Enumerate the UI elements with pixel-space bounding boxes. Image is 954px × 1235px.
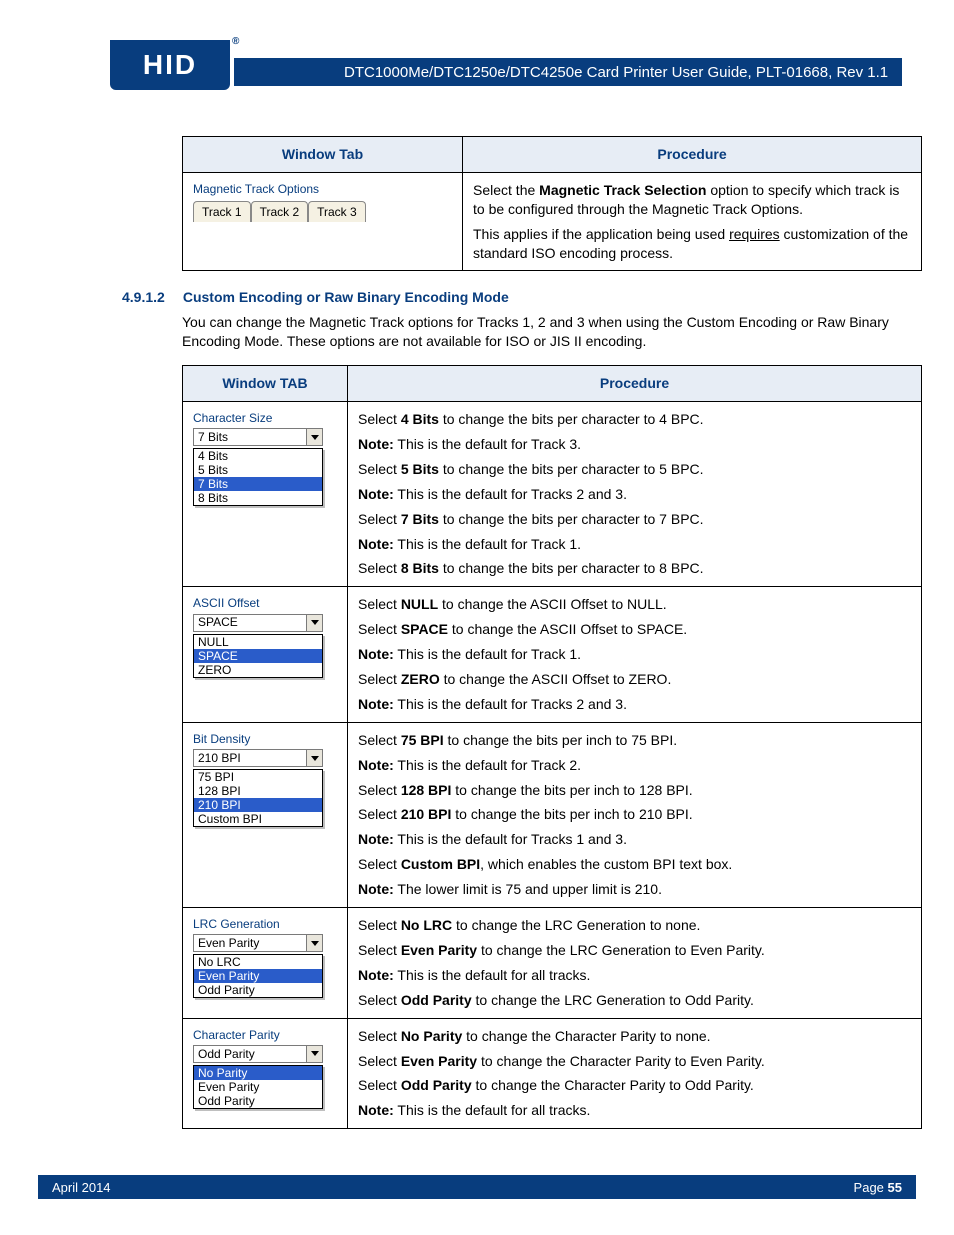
ui-option[interactable]: Even Parity bbox=[194, 969, 322, 983]
chevron-down-icon[interactable] bbox=[306, 615, 322, 631]
cell-ui: LRC GenerationEven ParityNo LRCEven Pari… bbox=[183, 908, 348, 1019]
cell-ui: Character ParityOdd ParityNo ParityEven … bbox=[183, 1018, 348, 1129]
page-header: HID ® DTC1000Me/DTC1250e/DTC4250e Card P… bbox=[52, 40, 902, 100]
ui-label: LRC Generation bbox=[193, 916, 337, 932]
cell-procedure: Select 75 BPI to change the bits per inc… bbox=[348, 722, 922, 907]
ui-select[interactable]: SPACE bbox=[193, 614, 323, 632]
footer-date: April 2014 bbox=[52, 1180, 111, 1195]
logo-text: HID bbox=[143, 49, 197, 81]
cell-procedure: Select 4 Bits to change the bits per cha… bbox=[348, 402, 922, 587]
ui-option[interactable]: 8 Bits bbox=[194, 491, 322, 505]
ui-option[interactable]: NULL bbox=[194, 635, 322, 649]
th-window-tab: Window Tab bbox=[183, 137, 463, 173]
table-magnetic-track-selection: Window Tab Procedure Magnetic Track Opti… bbox=[182, 136, 922, 271]
ui-label: Bit Density bbox=[193, 731, 337, 747]
ui-option[interactable]: Odd Parity bbox=[194, 1094, 322, 1108]
table-encoding-options: Window TAB Procedure Character Size 7 Bit… bbox=[182, 365, 922, 1129]
section-number: 4.9.1.2 bbox=[122, 289, 165, 305]
registered-mark: ® bbox=[232, 36, 239, 47]
cell-ui: Character Size7 Bits4 Bits5 Bits7 Bits8 … bbox=[183, 402, 348, 587]
tab-track-3[interactable]: Track 3 bbox=[308, 201, 366, 222]
ui-option[interactable]: 75 BPI bbox=[194, 770, 322, 784]
ui-option[interactable]: No Parity bbox=[194, 1066, 322, 1080]
section-heading: 4.9.1.2 Custom Encoding or Raw Binary En… bbox=[122, 289, 902, 305]
mag-track-tabs: Track 1 Track 2 Track 3 bbox=[193, 201, 452, 222]
ui-options-list: No LRCEven ParityOdd Parity bbox=[193, 954, 323, 998]
ui-option[interactable]: 128 BPI bbox=[194, 784, 322, 798]
ui-option[interactable]: 5 Bits bbox=[194, 463, 322, 477]
document-title: DTC1000Me/DTC1250e/DTC4250e Card Printer… bbox=[344, 64, 888, 81]
ui-option[interactable]: Even Parity bbox=[194, 1080, 322, 1094]
ui-option[interactable]: 4 Bits bbox=[194, 449, 322, 463]
ui-label: Character Size bbox=[193, 410, 337, 426]
ui-select[interactable]: 7 Bits bbox=[193, 428, 323, 446]
section-paragraph: You can change the Magnetic Track option… bbox=[182, 313, 902, 351]
chevron-down-icon[interactable] bbox=[306, 935, 322, 951]
ui-select[interactable]: 210 BPI bbox=[193, 749, 323, 767]
chevron-down-icon[interactable] bbox=[306, 429, 322, 445]
th-procedure-2: Procedure bbox=[348, 366, 922, 402]
ui-options-list: NULLSPACEZERO bbox=[193, 634, 323, 678]
cell-procedure: Select No LRC to change the LRC Generati… bbox=[348, 908, 922, 1019]
ui-option[interactable]: SPACE bbox=[194, 649, 322, 663]
cell-procedure: Select NULL to change the ASCII Offset t… bbox=[348, 587, 922, 722]
ui-option[interactable]: No LRC bbox=[194, 955, 322, 969]
th-procedure: Procedure bbox=[463, 137, 922, 173]
ui-option[interactable]: 7 Bits bbox=[194, 477, 322, 491]
ui-select[interactable]: Odd Parity bbox=[193, 1045, 323, 1063]
ui-option[interactable]: Odd Parity bbox=[194, 983, 322, 997]
ui-option[interactable]: ZERO bbox=[194, 663, 322, 677]
tab-track-2[interactable]: Track 2 bbox=[251, 201, 309, 222]
section-title: Custom Encoding or Raw Binary Encoding M… bbox=[183, 289, 509, 305]
header-title-bar: DTC1000Me/DTC1250e/DTC4250e Card Printer… bbox=[234, 58, 902, 86]
ui-options-list: 4 Bits5 Bits7 Bits8 Bits bbox=[193, 448, 323, 506]
cell-mag-track-proc: Select the Magnetic Track Selection opti… bbox=[463, 172, 922, 271]
footer-page: Page 55 bbox=[854, 1180, 902, 1195]
ui-option[interactable]: 210 BPI bbox=[194, 798, 322, 812]
hid-logo: HID bbox=[110, 40, 230, 90]
ui-label: Character Parity bbox=[193, 1027, 337, 1043]
ui-options-list: No ParityEven ParityOdd Parity bbox=[193, 1065, 323, 1109]
chevron-down-icon[interactable] bbox=[306, 750, 322, 766]
cell-ui: ASCII OffsetSPACENULLSPACEZERO bbox=[183, 587, 348, 722]
tab-track-1[interactable]: Track 1 bbox=[193, 201, 251, 222]
ui-select[interactable]: Even Parity bbox=[193, 934, 323, 952]
cell-ui: Bit Density210 BPI75 BPI128 BPI210 BPICu… bbox=[183, 722, 348, 907]
chevron-down-icon[interactable] bbox=[306, 1046, 322, 1062]
page-footer: April 2014 Page 55 bbox=[38, 1175, 916, 1199]
ui-option[interactable]: Custom BPI bbox=[194, 812, 322, 826]
cell-procedure: Select No Parity to change the Character… bbox=[348, 1018, 922, 1129]
mag-track-options-label: Magnetic Track Options bbox=[193, 181, 452, 197]
cell-mag-track-ui: Magnetic Track Options Track 1 Track 2 T… bbox=[183, 172, 463, 271]
ui-options-list: 75 BPI128 BPI210 BPICustom BPI bbox=[193, 769, 323, 827]
th-window-tab-2: Window TAB bbox=[183, 366, 348, 402]
ui-label: ASCII Offset bbox=[193, 595, 337, 611]
